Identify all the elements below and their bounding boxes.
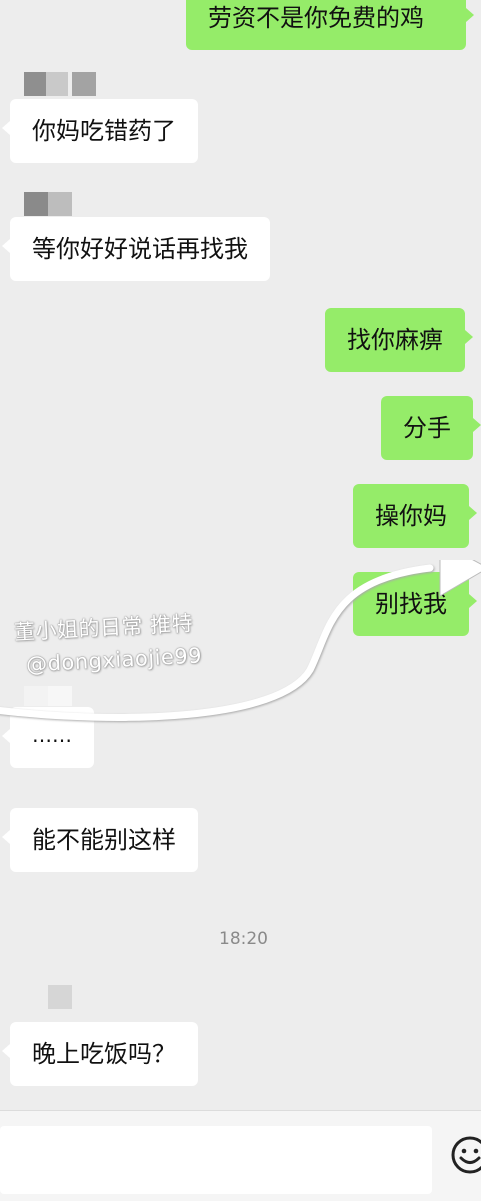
message-text: 分手	[403, 414, 451, 442]
sender-avatar[interactable]	[24, 72, 98, 96]
message-bubble-incoming[interactable]: 能不能别这样	[2, 808, 198, 872]
sender-avatar[interactable]	[24, 192, 74, 216]
sender-avatar[interactable]	[24, 686, 74, 706]
message-text: 操你妈	[375, 502, 447, 530]
message-bubble-outgoing[interactable]: 劳资不是你免费的鸡	[186, 0, 474, 50]
message-bubble-incoming[interactable]: 等你好好说话再找我	[2, 217, 270, 281]
message-input[interactable]	[0, 1126, 432, 1194]
message-bubble-incoming[interactable]: ……	[2, 707, 94, 768]
message-bubble-outgoing[interactable]: 操你妈	[353, 484, 477, 548]
message-text: 找你麻痹	[347, 326, 443, 354]
message-bubble-incoming[interactable]: 你妈吃错药了	[2, 99, 198, 163]
chat-area[interactable]: 劳资不是你免费的鸡 你妈吃错药了 等你好好说话再找我 找你麻痹 分手 操你妈 别…	[0, 0, 481, 1110]
message-text: 能不能别这样	[32, 826, 176, 854]
sender-avatar[interactable]	[48, 985, 72, 1009]
message-bubble-outgoing[interactable]: 找你麻痹	[325, 308, 473, 372]
message-bubble-outgoing[interactable]: 别找我	[353, 572, 477, 636]
input-bar	[0, 1110, 481, 1201]
message-text: 晚上吃饭吗？	[32, 1040, 176, 1068]
message-text: 别找我	[375, 590, 447, 618]
message-text: 劳资不是你免费的鸡	[208, 4, 424, 32]
message-bubble-outgoing[interactable]: 分手	[381, 396, 481, 460]
smiley-face-icon[interactable]	[450, 1135, 481, 1175]
message-text: ……	[32, 723, 72, 747]
message-text: 等你好好说话再找我	[32, 235, 248, 263]
timestamp: 18:20	[219, 929, 268, 949]
message-text: 你妈吃错药了	[32, 117, 176, 145]
message-bubble-incoming[interactable]: 晚上吃饭吗？	[2, 1022, 198, 1086]
